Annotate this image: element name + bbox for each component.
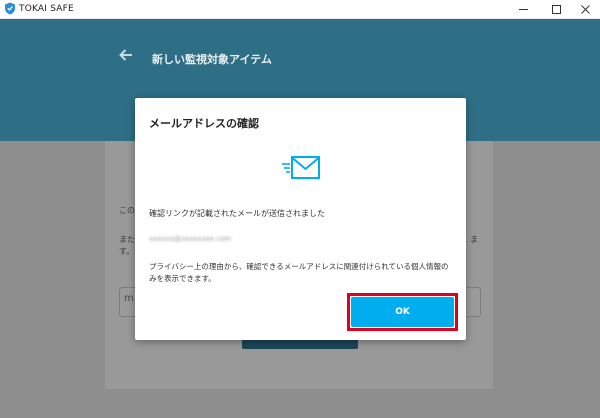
close-icon: [580, 4, 590, 14]
back-arrow-icon[interactable]: [118, 47, 134, 63]
maximize-button[interactable]: [541, 0, 571, 18]
email-address: xxxxxx@xxxxxxxx.com: [149, 235, 232, 243]
ok-button[interactable]: OK: [351, 297, 454, 327]
background-text: この: [119, 206, 135, 215]
window-titlebar: TOKAI SAFE: [0, 0, 600, 19]
minimize-button[interactable]: [508, 0, 538, 18]
dialog-title: メールアドレスの確認: [149, 117, 259, 130]
background-text: また: [119, 235, 135, 244]
page-title: 新しい監視対象アイテム: [152, 53, 272, 66]
privacy-note: プライバシー上の理由から、確認できるメールアドレスに関連付けられている個人情報の…: [149, 262, 449, 283]
dialog-message: 確認リンクが記載されたメールが送信されました: [149, 209, 325, 218]
background-text: す。: [119, 247, 135, 256]
close-button[interactable]: [570, 0, 600, 18]
app-title: TOKAI SAFE: [19, 4, 74, 14]
maximize-icon: [551, 4, 561, 14]
background-input-value: m: [124, 293, 134, 304]
background-text: ま: [470, 235, 478, 244]
email-confirm-dialog: メールアドレスの確認 確認リンクが記載されたメールが送信されました xxxxxx…: [135, 98, 466, 340]
shield-icon: [5, 2, 15, 15]
minimize-icon: [518, 8, 528, 10]
mail-sent-icon: [282, 156, 320, 179]
